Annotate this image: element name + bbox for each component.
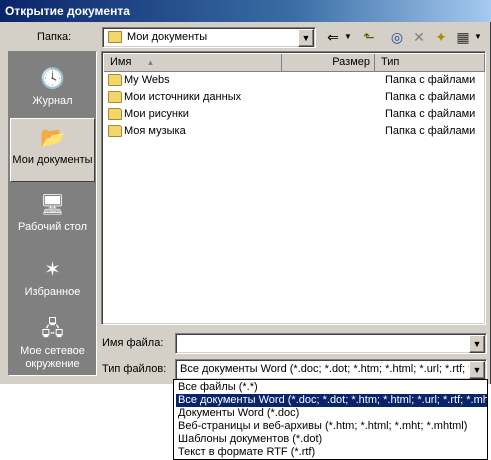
- chevron-down-icon[interactable]: ▼: [469, 361, 485, 379]
- filetype-option[interactable]: Шаблоны документов (*.dot): [176, 433, 487, 446]
- window-title: Открытие документа: [0, 0, 491, 22]
- search-web-icon[interactable]: ◎: [386, 26, 408, 48]
- sort-ascending-icon: ▲: [146, 58, 155, 67]
- place-history[interactable]: 🕓 Журнал: [10, 60, 95, 124]
- history-icon: 🕓: [40, 68, 65, 90]
- folder-icon: [108, 91, 122, 103]
- filetype-dropdown-list[interactable]: Все файлы (*.*) Все документы Word (*.do…: [173, 379, 488, 460]
- list-item[interactable]: My Webs Папка с файлами: [104, 72, 484, 89]
- place-label: Мое сетевое окружение: [20, 345, 85, 370]
- item-type: Папка с файлами: [385, 91, 476, 103]
- filetype-option[interactable]: Все файлы (*.*): [176, 381, 487, 394]
- views-dropdown-icon[interactable]: ▼: [472, 26, 484, 48]
- back-dropdown-icon[interactable]: ▼: [342, 26, 354, 48]
- item-type: Папка с файлами: [385, 108, 476, 120]
- network-icon: 🖧: [41, 318, 64, 340]
- item-type: Папка с файлами: [385, 125, 476, 137]
- new-folder-icon[interactable]: ✦: [430, 26, 452, 48]
- item-name: Мои рисунки: [124, 108, 189, 120]
- place-network[interactable]: 🖧 Мое сетевое окружение: [10, 310, 95, 374]
- place-my-documents[interactable]: 📂 Мои документы: [10, 118, 95, 182]
- folder-icon: [108, 74, 122, 86]
- desktop-icon: 🖥: [39, 194, 66, 216]
- place-desktop[interactable]: 🖥 Рабочий стол: [10, 186, 95, 250]
- item-name: Моя музыка: [124, 125, 186, 137]
- item-name: My Webs: [124, 74, 170, 86]
- place-label: Рабочий стол: [17, 221, 88, 233]
- chevron-down-icon[interactable]: ▼: [469, 335, 485, 353]
- filetype-select[interactable]: Все документы Word (*.doc; *.dot; *.htm;…: [175, 359, 487, 380]
- places-bar: 🕓 Журнал 📂 Мои документы 🖥 Рабочий стол …: [8, 51, 97, 376]
- open-document-dialog: Открытие документа Папка: Мои документы …: [0, 0, 491, 384]
- filetype-option[interactable]: Текст в формате RTF (*.rtf): [176, 446, 487, 459]
- item-name: Мои источники данных: [124, 91, 242, 103]
- place-favorites[interactable]: ✶ Избранное: [10, 251, 95, 315]
- my-documents-icon: [108, 31, 122, 43]
- item-type: Папка с файлами: [385, 74, 476, 86]
- place-label: Мои документы: [12, 154, 93, 166]
- folder-icon: [108, 125, 122, 137]
- chevron-down-icon[interactable]: ▼: [298, 29, 314, 47]
- column-header-type[interactable]: Тип: [375, 54, 485, 72]
- folder-value: Мои документы: [127, 31, 208, 43]
- views-icon[interactable]: ▦: [452, 26, 474, 48]
- column-header-size[interactable]: Размер: [282, 54, 375, 72]
- filetype-label: Тип файлов:: [102, 363, 167, 375]
- delete-icon[interactable]: ✕: [408, 26, 430, 48]
- column-header-name[interactable]: Имя ▲: [104, 54, 282, 72]
- my-documents-icon: 📂: [40, 127, 65, 149]
- folder-label: Папка:: [37, 31, 72, 43]
- filename-label: Имя файла:: [102, 337, 164, 349]
- favorites-icon: ✶: [44, 259, 61, 281]
- folder-icon: [108, 108, 122, 120]
- filetype-option-selected[interactable]: Все документы Word (*.doc; *.dot; *.htm;…: [176, 394, 487, 407]
- filetype-option[interactable]: Документы Word (*.doc): [176, 407, 487, 420]
- column-name-label: Имя: [110, 56, 132, 68]
- up-folder-icon[interactable]: ⬑: [358, 26, 380, 48]
- list-item[interactable]: Моя музыка Папка с файлами: [104, 123, 484, 140]
- place-label: Избранное: [24, 286, 81, 298]
- filetype-value: Все документы Word (*.doc; *.dot; *.htm;…: [180, 363, 470, 375]
- back-icon[interactable]: ⇐: [322, 26, 344, 48]
- folder-combo[interactable]: Мои документы ▼: [102, 27, 316, 48]
- filetype-option[interactable]: Веб-страницы и веб-архивы (*.htm; *.html…: [176, 420, 487, 433]
- filename-input[interactable]: ▼: [175, 333, 487, 354]
- list-item[interactable]: Мои источники данных Папка с файлами: [104, 89, 484, 106]
- file-list[interactable]: Имя ▲ Размер Тип My Webs Папка с файлами…: [101, 51, 486, 325]
- place-label: Журнал: [32, 95, 73, 107]
- list-item[interactable]: Мои рисунки Папка с файлами: [104, 106, 484, 123]
